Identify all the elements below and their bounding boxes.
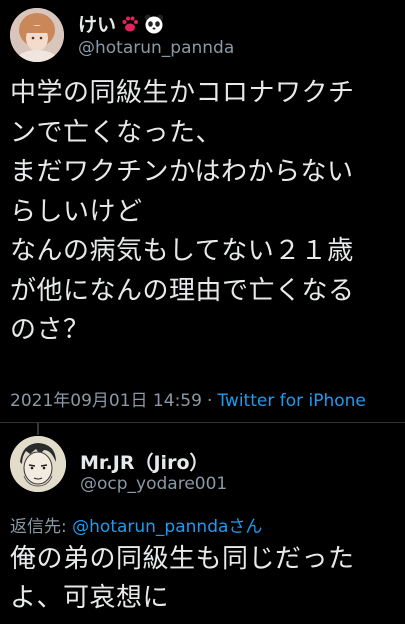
reply-author-handle[interactable]: @ocp_yodare001 (80, 474, 227, 494)
author-display-name[interactable]: けい (78, 10, 116, 37)
replying-mention-link[interactable]: @hotarun_pannda (72, 517, 228, 537)
manga-drawing-image (10, 436, 66, 492)
tweet-timestamp[interactable]: 2021年09月01日 14:59 (10, 391, 202, 411)
reply-avatar[interactable] (10, 436, 66, 492)
replying-to: 返信先: @hotarun_panndaさん (10, 512, 262, 537)
tweet-text: 中学の同級生かコロナワクチ ンで亡くなった、 まだワクチンかはわからない らしい… (10, 78, 355, 345)
divider (0, 422, 405, 423)
panda-emoji-icon (144, 14, 164, 34)
avatar[interactable] (10, 8, 64, 62)
tweet-meta: 2021年09月01日 14:59 · Twitter for iPhone (10, 386, 366, 411)
replying-suffix: さん (228, 517, 263, 537)
reply-author-name[interactable]: Mr.JR（Jiro） (80, 448, 209, 475)
reply-text: 俺の弟の同級生も同じだった よ、可哀想に (10, 544, 355, 613)
author-name-row[interactable]: けい (78, 10, 164, 37)
thread-connector-line (37, 423, 39, 435)
profile-photo-image (10, 8, 64, 62)
meta-separator: · (206, 391, 213, 411)
author-handle[interactable]: @hotarun_pannda (78, 38, 234, 58)
main-tweet: けい @hotarun_pannda 中学の同級生かコロナワクチ ンで亡くなった… (0, 0, 405, 420)
replying-prefix: 返信先: (10, 517, 73, 537)
paw-emoji-icon (120, 14, 140, 34)
tweet-client-link[interactable]: Twitter for iPhone (217, 391, 366, 411)
